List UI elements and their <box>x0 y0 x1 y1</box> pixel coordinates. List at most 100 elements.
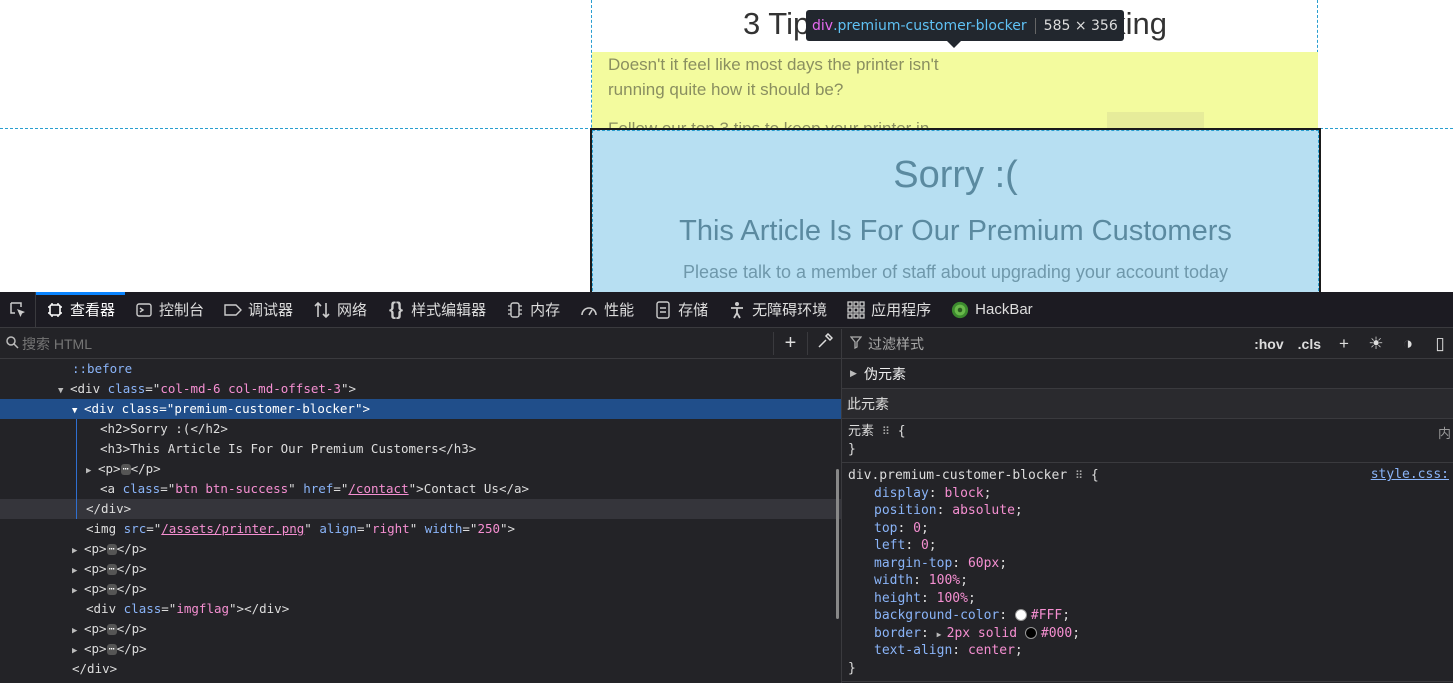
tree-node-p[interactable]: ▶ <p> ⋯ </p> <box>0 459 841 479</box>
ellipsis-badge[interactable]: ⋯ <box>106 564 117 575</box>
dark-theme-button[interactable]: ◑ <box>1395 334 1421 354</box>
declaration[interactable]: left: 0; <box>848 537 1447 555</box>
element-style-rule[interactable]: 元素 ⠿ { } 内 <box>842 419 1453 463</box>
tree-node-pseudo-before[interactable]: ::before <box>0 359 841 379</box>
declaration[interactable]: margin-top: 60px; <box>848 555 1447 573</box>
tab-storage[interactable]: 存储 <box>644 292 718 327</box>
tree-node-img[interactable]: <img src="/assets/printer.png" align="ri… <box>0 519 841 539</box>
premium-blocker-rule[interactable]: div.premium-customer-blocker ⠿ { style.c… <box>842 463 1453 682</box>
tree-node-h3[interactable]: <h3>This Article Is For Our Premium Cust… <box>0 439 841 459</box>
collapse-triangle-icon[interactable]: ▶ <box>86 461 98 481</box>
expand-triangle-icon[interactable]: ▶ <box>937 626 947 644</box>
tab-debugger[interactable]: 调试器 <box>214 292 303 327</box>
tree-node-p[interactable]: ▶ <p> ⋯ </p> <box>0 539 841 559</box>
page-viewport: 3 Tips foworking Doesn't it feel like mo… <box>0 0 1453 292</box>
eyedropper-button[interactable] <box>807 332 841 355</box>
tab-network[interactable]: 网络 <box>303 292 377 327</box>
tree-node-p[interactable]: ▶ <p> ⋯ </p> <box>0 639 841 659</box>
devtools-panel: 查看器 控制台 调试器 网络 {} 样式编辑器 内存 性能 存储 无障碍环境 应… <box>0 292 1453 683</box>
contrast-icon: ◑ <box>1402 333 1414 353</box>
grid-icon: ⠿ <box>1074 469 1084 482</box>
tab-hackbar[interactable]: HackBar <box>941 292 1043 327</box>
tab-performance[interactable]: 性能 <box>570 292 644 327</box>
declaration[interactable]: top: 0; <box>848 520 1447 538</box>
collapse-triangle-icon[interactable]: ▶ <box>72 581 84 601</box>
ellipsis-badge[interactable]: ⋯ <box>106 584 117 595</box>
tab-label: 存储 <box>678 302 709 319</box>
pseudo-elements-section[interactable]: ▶ 伪元素 <box>842 359 1453 389</box>
attr-class-value: col-md-6 col-md-offset-3 <box>160 381 341 396</box>
ellipsis-badge[interactable]: ⋯ <box>106 624 117 635</box>
tab-inspector[interactable]: 查看器 <box>36 292 126 327</box>
cls-toggle-button[interactable]: .cls <box>1294 336 1325 352</box>
application-icon <box>847 300 865 319</box>
style-editor-icon: {} <box>389 299 404 319</box>
tree-node-premium-blocker[interactable]: ▼ <div class="premium-customer-blocker"> <box>0 399 841 419</box>
tree-node-h2[interactable]: <h2>Sorry :(</h2> <box>0 419 841 439</box>
declaration[interactable]: text-align: center; <box>848 642 1447 660</box>
node-text: This Article Is For Our Premium Customer… <box>130 441 439 456</box>
html-search-bar: + <box>0 329 841 359</box>
attr-src-link[interactable]: /assets/printer.png <box>161 521 304 536</box>
attr-width-value: 250 <box>477 521 501 536</box>
tree-node-a[interactable]: <a class="btn btn-success" href="/contac… <box>0 479 841 499</box>
accessibility-icon <box>728 301 746 319</box>
declaration[interactable]: height: 100%; <box>848 590 1447 608</box>
rules-pane: 过滤样式 :hov .cls + ☀ ◑ ▯ ▶ 伪元素 此元素 元素 ⠿ { … <box>842 329 1453 683</box>
hackbar-icon <box>951 301 969 319</box>
rule-selector[interactable]: div.premium-customer-blocker <box>848 468 1067 483</box>
tab-console[interactable]: 控制台 <box>125 292 214 327</box>
attr-href-link[interactable]: /contact <box>348 481 408 496</box>
collapse-triangle-icon[interactable]: ▶ <box>72 641 84 661</box>
tree-node-p[interactable]: ▶ <p> ⋯ </p> <box>0 559 841 579</box>
tab-label: 网络 <box>337 302 368 319</box>
premium-customer-blocker[interactable]: Sorry :( This Article Is For Our Premium… <box>590 128 1321 292</box>
html-search-input[interactable] <box>22 335 773 352</box>
debugger-icon <box>224 301 243 319</box>
color-swatch[interactable] <box>1014 609 1027 621</box>
tab-label: HackBar <box>975 301 1033 318</box>
declaration[interactable]: background-color: #FFF; <box>848 607 1447 625</box>
styles-filter-placeholder[interactable]: 过滤样式 <box>868 334 924 354</box>
ellipsis-badge[interactable]: ⋯ <box>120 464 131 475</box>
markup-scrollbar[interactable] <box>836 469 839 619</box>
eyedropper-icon <box>817 332 833 348</box>
tab-label: 查看器 <box>70 302 116 319</box>
color-swatch[interactable] <box>1024 626 1037 639</box>
collapse-triangle-icon[interactable]: ▶ <box>72 561 84 581</box>
tab-memory[interactable]: 内存 <box>496 292 570 327</box>
expand-triangle-icon[interactable]: ▼ <box>72 401 84 421</box>
ellipsis-badge[interactable]: ⋯ <box>106 544 117 555</box>
tree-node-col-div[interactable]: ▼ <div class="col-md-6 col-md-offset-3"> <box>0 379 841 399</box>
add-rule-button[interactable]: + <box>1331 334 1357 354</box>
tree-node-p[interactable]: ▶ <p> ⋯ </p> <box>0 579 841 599</box>
hov-toggle-button[interactable]: :hov <box>1250 336 1288 352</box>
rule-source: 内 <box>1437 427 1451 442</box>
collapse-triangle-icon[interactable]: ▶ <box>72 541 84 561</box>
print-sim-button[interactable]: ▯ <box>1427 334 1453 354</box>
collapse-triangle-icon[interactable]: ▶ <box>72 621 84 641</box>
pseudo-before-label: ::before <box>72 361 133 376</box>
light-theme-button[interactable]: ☀ <box>1363 334 1389 354</box>
expand-triangle-icon[interactable]: ▼ <box>58 381 70 401</box>
plus-icon: + <box>1339 333 1349 353</box>
declaration[interactable]: position: absolute; <box>848 502 1447 520</box>
declaration[interactable]: width: 100%; <box>848 572 1447 590</box>
tree-node-imgflag[interactable]: <div class="imgflag"></div> <box>0 599 841 619</box>
sun-icon: ☀ <box>1368 333 1384 353</box>
declaration[interactable]: border: ▶ 2px solid #000; <box>848 625 1447 643</box>
node-text: Sorry :( <box>130 421 191 436</box>
tree-node-close-div[interactable]: </div> <box>0 499 841 519</box>
ellipsis-badge[interactable]: ⋯ <box>106 644 117 655</box>
tree-node-p[interactable]: ▶ <p> ⋯ </p> <box>0 619 841 639</box>
tab-style-editor[interactable]: {} 样式编辑器 <box>377 292 496 327</box>
tab-accessibility[interactable]: 无障碍环境 <box>718 292 837 327</box>
tree-node-close-div[interactable]: </div> <box>0 659 841 679</box>
rule-source-link[interactable]: style.css: <box>1371 467 1449 482</box>
declaration[interactable]: display: block; <box>848 485 1447 503</box>
storage-icon <box>654 300 672 319</box>
section-label: 此元素 <box>847 395 889 412</box>
add-node-button[interactable]: + <box>773 332 807 355</box>
element-picker-button[interactable] <box>0 292 36 327</box>
tab-application[interactable]: 应用程序 <box>837 292 941 327</box>
